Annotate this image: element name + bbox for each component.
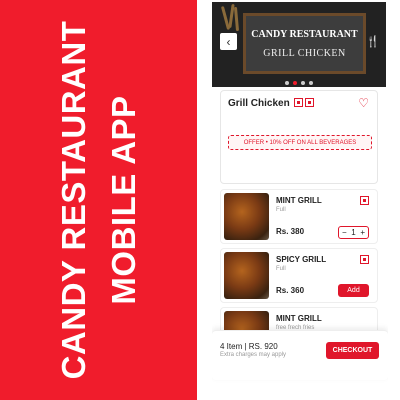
item-portion: Full [276,207,286,213]
carousel-dot-active[interactable] [293,81,297,85]
add-button[interactable]: Add [338,284,369,297]
offer-banner[interactable]: OFFER • 10% OFF ON ALL BEVERAGES [228,135,372,150]
carousel-dot[interactable] [285,81,289,85]
dish-title: Grill Chicken [228,98,315,109]
item-name: SPICY GRILL [276,255,327,264]
hero-banner[interactable]: CANDY RESTAURANT GRILL CHICKEN ‹ 🍴 [212,2,386,87]
quantity-value: 1 [351,228,356,237]
promo-line-1: CANDY RESTAURANT [54,20,92,380]
carousel-dot[interactable] [309,81,313,85]
dish-image [224,193,269,240]
food-type-icon [294,98,304,107]
dish-name: Grill Chicken [228,98,290,109]
item-portion: Full [276,266,286,272]
food-type-icon [305,98,315,107]
promo-line-2: MOBILE APP [104,95,142,305]
board-subtitle: GRILL CHICKEN [263,47,346,59]
chalkboard: CANDY RESTAURANT GRILL CHICKEN [243,13,366,74]
phone-screen: CANDY RESTAURANT GRILL CHICKEN ‹ 🍴 Grill… [212,0,388,400]
dish-detail-card: Grill Chicken ♡ OFFER • 10% OFF ON ALL B… [220,90,378,184]
item-name: MINT GRILL [276,196,322,205]
promo-title: CANDY RESTAURANT MOBILE APP [0,0,197,400]
promo-panel: CANDY RESTAURANT MOBILE APP [0,0,197,400]
chevron-left-icon: ‹ [226,34,231,49]
heart-icon[interactable]: ♡ [358,96,369,110]
back-button[interactable]: ‹ [220,33,237,50]
food-type-icon [360,255,369,264]
minus-button[interactable]: − [342,228,347,237]
menu-item[interactable]: SPICY GRILL Full Rs. 360 Add [220,248,378,303]
cart-note: Extra charges may apply [220,352,287,358]
plus-button[interactable]: + [360,228,365,237]
food-type-icon [360,196,369,205]
dish-image [224,252,269,299]
cart-summary: 4 Item | RS. 920 [220,342,278,351]
fork-knife-icon[interactable]: 🍴 [366,33,380,50]
decor-bottle [233,6,240,32]
carousel-dots [212,81,386,85]
board-title: CANDY RESTAURANT [251,28,358,40]
carousel-dot[interactable] [301,81,305,85]
quantity-stepper[interactable]: − 1 + [338,226,369,239]
item-price: Rs. 380 [276,227,305,236]
item-price: Rs. 360 [276,286,305,295]
checkout-button[interactable]: CHECKOUT [326,342,379,359]
menu-item[interactable]: MINT GRILL Full Rs. 380 − 1 + [220,189,378,244]
checkout-bar: 4 Item | RS. 920 Extra charges may apply… [212,330,388,380]
item-name: MINT GRILL [276,314,322,323]
